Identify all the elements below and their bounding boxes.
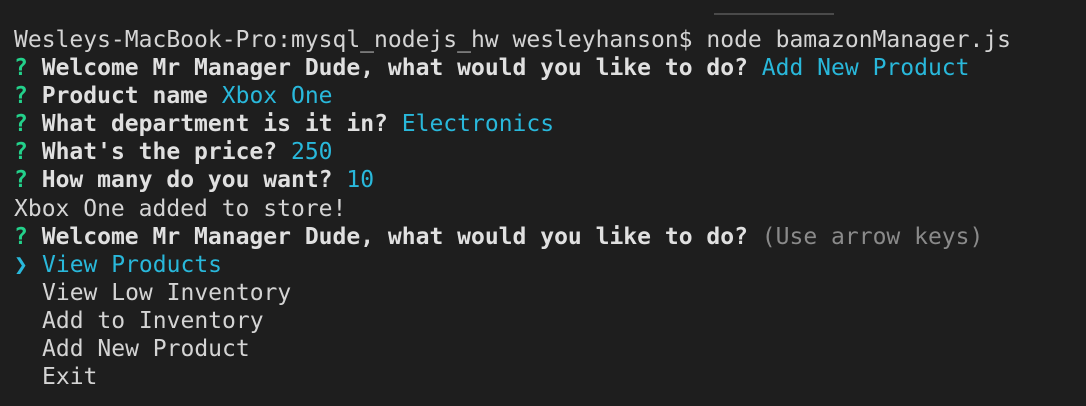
menu-option-add-new-product[interactable]: Add New Product — [14, 335, 1086, 363]
question-mark: ? — [14, 111, 28, 138]
terminal-output[interactable]: Wesleys-MacBook-Pro:mysql_nodejs_hw wesl… — [14, 26, 1086, 391]
menu-option-view-products[interactable]: ❯ View Products — [14, 251, 1086, 279]
result-message: Xbox One added to store! — [14, 195, 347, 222]
question-mark: ? — [14, 167, 28, 194]
question-mark: ? — [14, 55, 28, 82]
question-mark: ? — [14, 223, 28, 250]
shell-command: node bamazonManager.js — [706, 27, 1012, 53]
menu-option-label: Exit — [42, 364, 98, 391]
menu-question-text: Welcome Mr Manager Dude, what would you … — [41, 223, 748, 250]
question-text: What's the price? — [41, 139, 278, 166]
answer-text: Xbox One — [221, 83, 333, 110]
pointer-icon: ❯ — [14, 251, 28, 278]
question-text: Product name — [41, 83, 208, 110]
menu-option-view-low-inventory[interactable]: View Low Inventory — [14, 279, 1086, 307]
answer-text: Add New Product — [761, 55, 970, 82]
qa-line: ? Product name Xbox One — [14, 82, 1086, 110]
question-text: What department is it in? — [41, 111, 388, 138]
menu-hint: (Use arrow keys) — [761, 223, 984, 250]
qa-line: ? What's the price? 250 — [14, 138, 1086, 166]
menu-option-label: View Low Inventory — [42, 279, 292, 306]
question-text: How many do you want? — [41, 167, 333, 194]
answer-text: Electronics — [401, 111, 555, 138]
scrollbar-thumb[interactable] — [714, 13, 834, 15]
menu-option-exit[interactable]: Exit — [14, 363, 1086, 391]
answer-text: 250 — [290, 139, 333, 166]
menu-option-label: View Products — [42, 251, 223, 278]
shell-prompt: Wesleys-MacBook-Pro:mysql_nodejs_hw wesl… — [14, 27, 693, 53]
question-text: Welcome Mr Manager Dude, what would you … — [41, 55, 748, 82]
shell-prompt-line: Wesleys-MacBook-Pro:mysql_nodejs_hw wesl… — [14, 26, 1086, 54]
qa-line: ? How many do you want? 10 — [14, 166, 1086, 194]
answer-text: 10 — [346, 167, 375, 194]
menu-option-label: Add New Product — [42, 336, 250, 363]
menu-option-label: Add to Inventory — [42, 307, 264, 334]
qa-line: ? What department is it in? Electronics — [14, 110, 1086, 138]
question-mark: ? — [14, 83, 28, 110]
menu-question-line: ? Welcome Mr Manager Dude, what would yo… — [14, 223, 1086, 251]
menu-option-add-to-inventory[interactable]: Add to Inventory — [14, 307, 1086, 335]
question-mark: ? — [14, 139, 28, 166]
qa-line: ? Welcome Mr Manager Dude, what would yo… — [14, 54, 1086, 82]
